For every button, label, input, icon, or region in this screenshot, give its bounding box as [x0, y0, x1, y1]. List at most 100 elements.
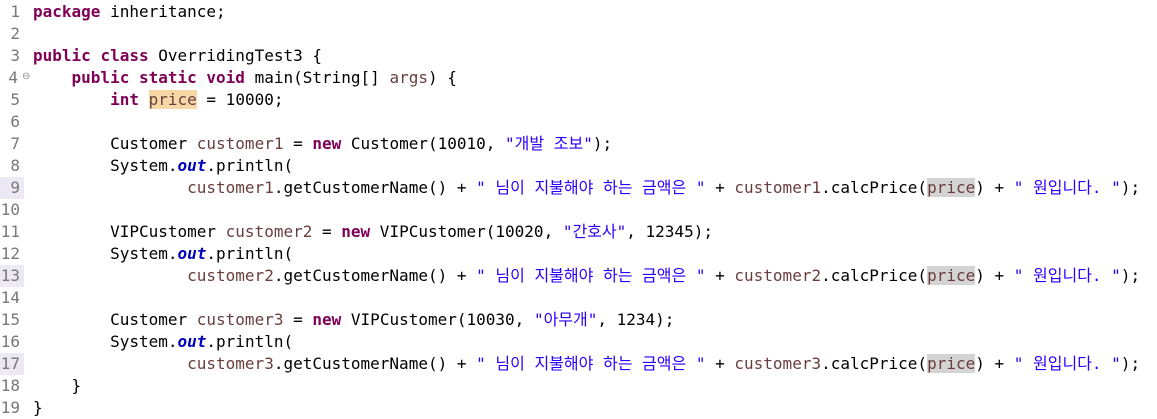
variable-token: args: [389, 68, 428, 87]
code-token: );: [1120, 266, 1141, 285]
string-literal: " 원입니다. ": [1013, 354, 1121, 373]
line-number: 3: [10, 46, 20, 65]
code-line[interactable]: 15 Customer customer3 = new VIPCustomer(…: [0, 309, 1157, 331]
variable-token: price: [927, 178, 976, 197]
code-line[interactable]: 3 public class OverridingTest3 {: [0, 45, 1157, 67]
code-line[interactable]: 14: [0, 287, 1157, 309]
variable-token: price: [148, 90, 197, 109]
code-line[interactable]: 17 customer3.getCustomerName() + " 님이 지불…: [0, 353, 1157, 375]
variable-token: price: [927, 266, 976, 285]
code-line[interactable]: 7 Customer customer1 = new Customer(1001…: [0, 133, 1157, 155]
line-gutter: 5: [0, 89, 30, 111]
code-token: Customer: [33, 310, 197, 329]
line-number: 19: [0, 398, 20, 417]
code-text[interactable]: VIPCustomer customer2 = new VIPCustomer(…: [33, 221, 713, 243]
code-token: }: [33, 398, 43, 417]
line-gutter: 3: [0, 45, 30, 67]
keyword-token: new: [341, 222, 371, 241]
code-token: VIPCustomer: [33, 222, 226, 241]
line-number: 9: [10, 178, 20, 197]
code-line[interactable]: 16 System.out.println(: [0, 331, 1157, 353]
code-text[interactable]: public class OverridingTest3 {: [33, 45, 322, 67]
collapse-fold-icon[interactable]: ⊖: [22, 72, 32, 82]
string-literal: "아무개": [533, 310, 598, 329]
code-token: VIPCustomer(10030,: [341, 310, 534, 329]
variable-token: customer2: [225, 222, 313, 241]
code-token: Customer: [33, 134, 197, 153]
line-number: 13: [0, 266, 20, 285]
code-token: ) +: [975, 266, 1014, 285]
line-number: 6: [10, 112, 20, 131]
keyword-token: new: [312, 310, 342, 329]
line-gutter: 13: [0, 265, 30, 287]
static-field-token: out: [177, 156, 207, 175]
code-line[interactable]: 9 customer1.getCustomerName() + " 님이 지불해…: [0, 177, 1157, 199]
code-text[interactable]: }: [33, 375, 82, 397]
code-token: );: [1120, 178, 1141, 197]
code-token: System.: [33, 244, 178, 263]
line-gutter: 9: [0, 177, 30, 199]
code-token: OverridingTest3 {: [148, 46, 322, 65]
line-gutter: 17: [0, 353, 30, 375]
code-token: = 10000;: [196, 90, 284, 109]
string-literal: " 원입니다. ": [1013, 266, 1121, 285]
variable-token: customer1: [196, 134, 284, 153]
string-literal: " 님이 지불해야 하는 금액은 ": [476, 354, 706, 373]
code-line[interactable]: 5 int price = 10000;: [0, 89, 1157, 111]
code-token: System.: [33, 156, 178, 175]
code-token: .calcPrice(: [821, 354, 928, 373]
code-text[interactable]: public static void main(String[] args) {: [33, 67, 457, 89]
variable-token: customer1: [734, 178, 822, 197]
code-text[interactable]: customer1.getCustomerName() + " 님이 지불해야 …: [33, 177, 1140, 199]
code-token: ) {: [427, 68, 457, 87]
code-token: System.: [33, 332, 178, 351]
code-line[interactable]: 12 System.out.println(: [0, 243, 1157, 265]
code-text[interactable]: Customer customer1 = new Customer(10010,…: [33, 133, 612, 155]
code-text[interactable]: customer3.getCustomerName() + " 님이 지불해야 …: [33, 353, 1140, 375]
string-literal: "개발 조보": [505, 134, 593, 153]
line-number: 14: [0, 288, 20, 307]
code-text[interactable]: int price = 10000;: [33, 89, 283, 111]
code-token: main(String[]: [244, 68, 390, 87]
line-number: 12: [0, 244, 20, 263]
code-editor[interactable]: 1 package inheritance; 2 3 public class Over…: [0, 0, 1157, 417]
code-line[interactable]: 18 }: [0, 375, 1157, 397]
line-gutter: 14: [0, 287, 30, 309]
line-gutter: 6: [0, 111, 30, 133]
keyword-token: new: [312, 134, 342, 153]
variable-token: customer2: [734, 266, 822, 285]
line-gutter: 1: [0, 1, 30, 23]
code-line[interactable]: 10: [0, 199, 1157, 221]
code-text[interactable]: customer2.getCustomerName() + " 님이 지불해야 …: [33, 265, 1140, 287]
code-token: }: [33, 376, 82, 395]
code-line[interactable]: 1 package inheritance;: [0, 1, 1157, 23]
code-token: .calcPrice(: [821, 266, 928, 285]
code-line[interactable]: 6: [0, 111, 1157, 133]
variable-token: customer3: [196, 310, 284, 329]
variable-token: customer3: [734, 354, 822, 373]
code-token: .getCustomerName() +: [273, 266, 477, 285]
code-text[interactable]: System.out.println(: [33, 243, 293, 265]
code-text[interactable]: package inheritance;: [33, 1, 226, 23]
code-line[interactable]: 8 System.out.println(: [0, 155, 1157, 177]
code-token: , 1234);: [597, 310, 675, 329]
code-token: Customer(10010,: [341, 134, 506, 153]
code-text[interactable]: System.out.println(: [33, 155, 293, 177]
keyword-token: class: [100, 46, 149, 65]
line-gutter: 7: [0, 133, 30, 155]
code-line[interactable]: 2: [0, 23, 1157, 45]
code-token: .println(: [206, 156, 294, 175]
code-line[interactable]: 13 customer2.getCustomerName() + " 님이 지불…: [0, 265, 1157, 287]
code-line[interactable]: 4 ⊖ public static void main(String[] args…: [0, 67, 1157, 89]
code-text[interactable]: System.out.println(: [33, 331, 293, 353]
code-token: +: [705, 354, 735, 373]
code-line[interactable]: 11 VIPCustomer customer2 = new VIPCustom…: [0, 221, 1157, 243]
line-number: 17: [0, 354, 20, 373]
code-text[interactable]: Customer customer3 = new VIPCustomer(100…: [33, 309, 674, 331]
code-token: .println(: [206, 244, 294, 263]
